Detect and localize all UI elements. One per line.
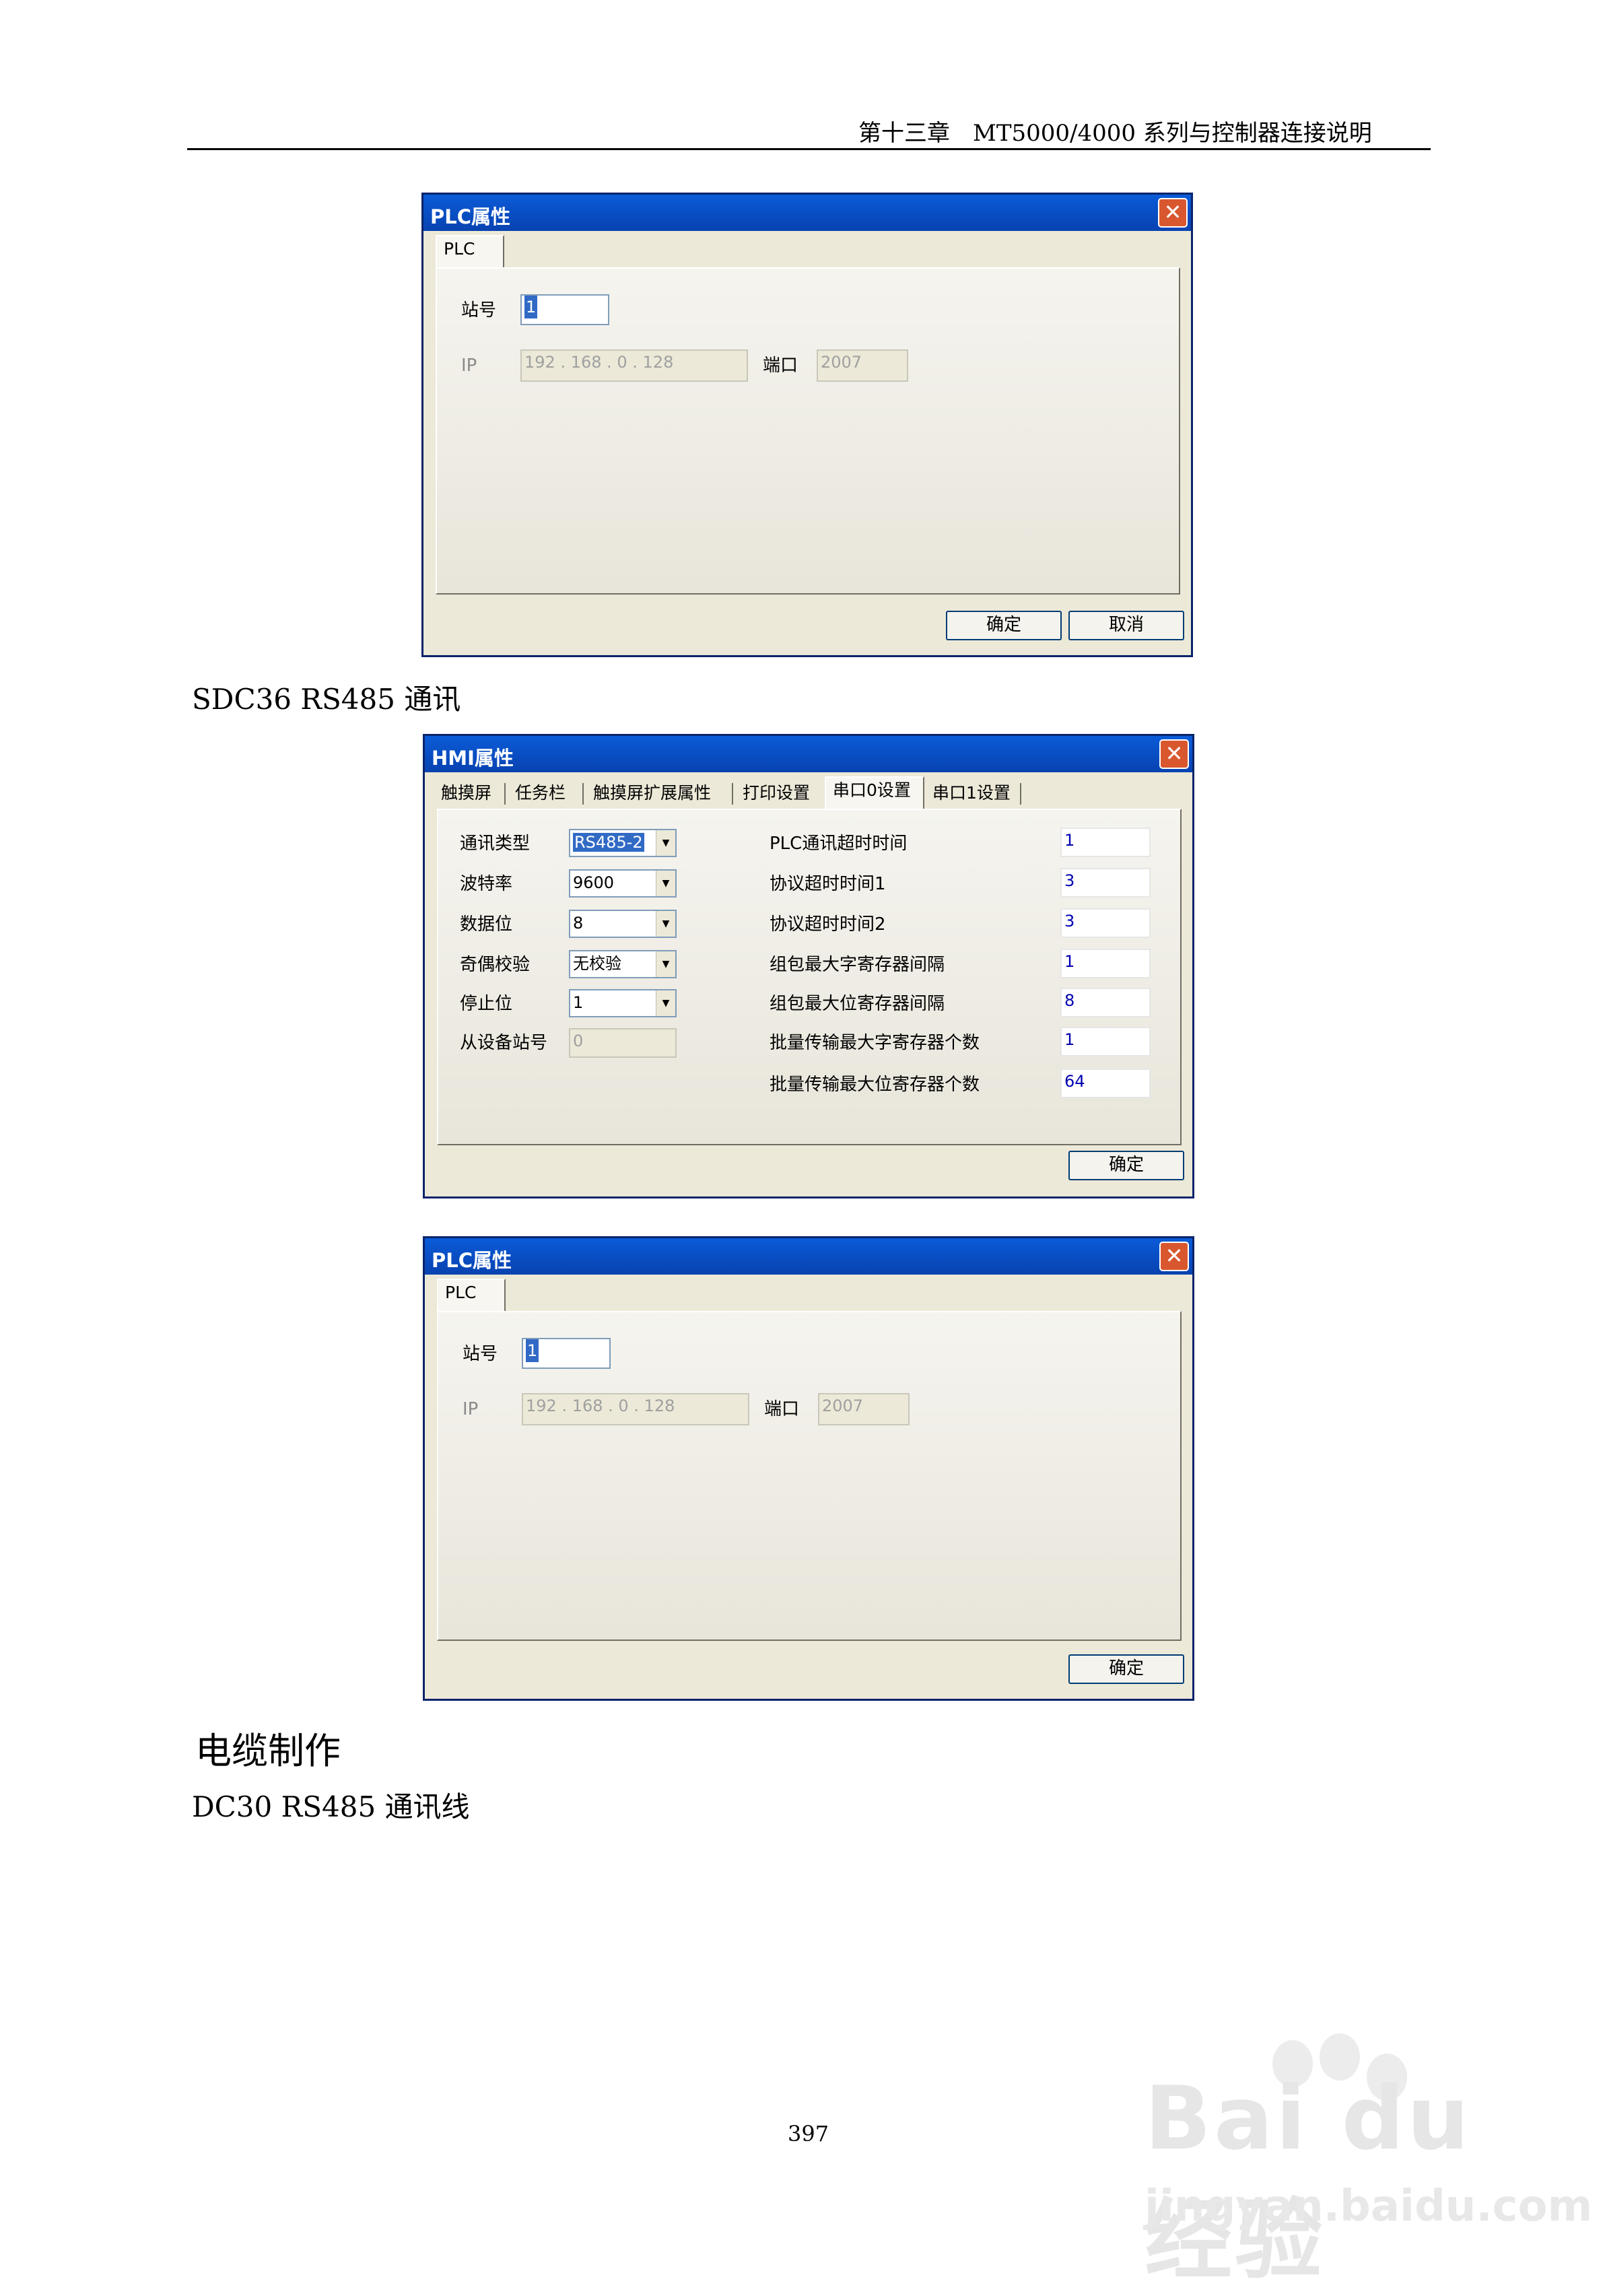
baud-rate-label: 波特率	[460, 874, 513, 894]
chevron-down-icon: ▼	[656, 990, 675, 1016]
chevron-down-icon: ▼	[656, 911, 675, 937]
max-word-gap-input[interactable]: 1	[1060, 949, 1151, 978]
tab-serial0-settings[interactable]: 串口0设置	[825, 776, 924, 809]
max-word-gap-label: 组包最大字寄存器间隔	[770, 955, 945, 975]
stop-bits-label: 停止位	[460, 994, 513, 1014]
plc-timeout-label: PLC通讯超时时间	[770, 834, 908, 854]
batch-max-word-input[interactable]: 1	[1060, 1027, 1151, 1056]
title-bar[interactable]: PLC属性 ✕	[423, 195, 1191, 231]
port-label: 端口	[763, 356, 798, 376]
cancel-button[interactable]: 取消	[1068, 611, 1184, 640]
parity-select[interactable]: 无校验 ▼	[569, 950, 677, 978]
close-button[interactable]: ✕	[1159, 739, 1189, 769]
title-bar[interactable]: HMI属性 ✕	[425, 736, 1192, 772]
batch-max-word-label: 批量传输最大字寄存器个数	[770, 1033, 980, 1053]
station-input[interactable]: 1	[520, 294, 609, 325]
plc-timeout-input[interactable]: 1	[1060, 828, 1151, 857]
hmi-properties-dialog: HMI属性 ✕ 触摸屏 任务栏 触摸屏扩展属性 打印设置 串口0设置 串口1设置…	[423, 734, 1194, 1198]
tab-touchscreen-ext[interactable]: 触摸屏扩展属性	[586, 780, 730, 809]
tab-plc[interactable]: PLC	[436, 235, 504, 267]
slave-station-label: 从设备站号	[460, 1033, 548, 1053]
data-bits-select[interactable]: 8 ▼	[569, 910, 677, 938]
baud-rate-select[interactable]: 9600 ▼	[569, 869, 677, 898]
header-rule	[187, 148, 1431, 150]
baidu-watermark: Bai du 经验 jingyan.baidu.com	[1145, 2033, 1592, 2291]
tab-panel: 站号 1 IP 192 . 168 . 0 . 128 端口 2007	[436, 267, 1180, 595]
station-label: 站号	[461, 300, 497, 320]
tab-taskbar[interactable]: 任务栏	[508, 780, 581, 809]
parity-label: 奇偶校验	[460, 955, 531, 975]
ip-label: IP	[461, 356, 477, 376]
port-field[interactable]: 2007	[818, 1393, 910, 1425]
batch-max-bit-label: 批量传输最大位寄存器个数	[770, 1075, 980, 1095]
comm-type-select[interactable]: RS485-2 ▼	[569, 829, 677, 857]
station-input[interactable]: 1	[522, 1338, 611, 1369]
section-heading-dc30: DC30 RS485 通讯线	[192, 1790, 470, 1823]
tab-print-settings[interactable]: 打印设置	[736, 780, 823, 809]
protocol-timeout2-input[interactable]: 3	[1060, 908, 1151, 938]
tab-panel: 通讯类型 RS485-2 ▼ 波特率 9600 ▼ 数据位 8 ▼ 奇偶校验 无校验 ▼…	[437, 809, 1182, 1145]
chevron-down-icon: ▼	[656, 830, 675, 856]
close-button[interactable]: ✕	[1158, 198, 1188, 228]
batch-max-bit-input[interactable]: 64	[1060, 1069, 1151, 1098]
ok-button[interactable]: 确定	[1068, 1151, 1184, 1180]
watermark-url: jingyan.baidu.com	[1145, 2182, 1593, 2231]
chevron-down-icon: ▼	[656, 951, 675, 977]
protocol-timeout1-input[interactable]: 3	[1060, 868, 1151, 898]
max-bit-gap-input[interactable]: 8	[1060, 988, 1151, 1017]
tab-plc[interactable]: PLC	[437, 1279, 506, 1311]
ok-button[interactable]: 确定	[1068, 1654, 1184, 1684]
tab-divider	[582, 783, 584, 805]
section-heading-cable: 电缆制作	[195, 1730, 341, 1772]
tab-divider	[504, 783, 506, 805]
chevron-down-icon: ▼	[656, 871, 675, 896]
ip-address-field[interactable]: 192 . 168 . 0 . 128	[522, 1393, 749, 1425]
stop-bits-select[interactable]: 1 ▼	[569, 989, 677, 1017]
title-bar[interactable]: PLC属性 ✕	[425, 1238, 1192, 1275]
max-bit-gap-label: 组包最大位寄存器间隔	[770, 994, 945, 1014]
station-label: 站号	[463, 1344, 498, 1364]
port-label: 端口	[764, 1399, 800, 1419]
tab-serial1-settings[interactable]: 串口1设置	[926, 780, 1020, 809]
slave-station-field[interactable]: 0	[569, 1028, 677, 1058]
close-button[interactable]: ✕	[1159, 1242, 1189, 1271]
dialog-title: HMI属性	[432, 747, 514, 770]
comm-type-label: 通讯类型	[460, 834, 531, 854]
tab-panel: 站号 1 IP 192 . 168 . 0 . 128 端口 2007	[437, 1311, 1182, 1641]
protocol-timeout2-label: 协议超时时间2	[770, 914, 886, 935]
data-bits-label: 数据位	[460, 914, 513, 935]
section-heading-sdc36: SDC36 RS485 通讯	[192, 683, 461, 716]
ip-address-field[interactable]: 192 . 168 . 0 . 128	[520, 349, 748, 382]
protocol-timeout1-label: 协议超时时间1	[770, 874, 886, 894]
port-field[interactable]: 2007	[817, 349, 908, 382]
page-number: 397	[788, 2121, 829, 2147]
plc-properties-dialog-2: PLC属性 ✕ PLC 站号 1 IP 192 . 168 . 0 . 128 …	[423, 1236, 1194, 1701]
ok-button[interactable]: 确定	[946, 611, 1062, 640]
tab-divider	[732, 783, 733, 805]
tab-touchscreen[interactable]: 触摸屏	[434, 780, 504, 809]
dialog-title: PLC属性	[430, 205, 511, 228]
plc-properties-dialog-1: PLC属性 ✕ PLC 站号 1 IP 192 . 168 . 0 . 128 …	[421, 193, 1193, 657]
tab-divider	[1020, 783, 1021, 805]
ip-label: IP	[463, 1399, 479, 1419]
dialog-title: PLC属性	[432, 1249, 512, 1272]
running-header: 第十三章 MT5000/4000 系列与控制器连接说明	[858, 120, 1372, 147]
tab-strip: 触摸屏 任务栏 触摸屏扩展属性 打印设置 串口0设置 串口1设置	[434, 776, 1175, 809]
